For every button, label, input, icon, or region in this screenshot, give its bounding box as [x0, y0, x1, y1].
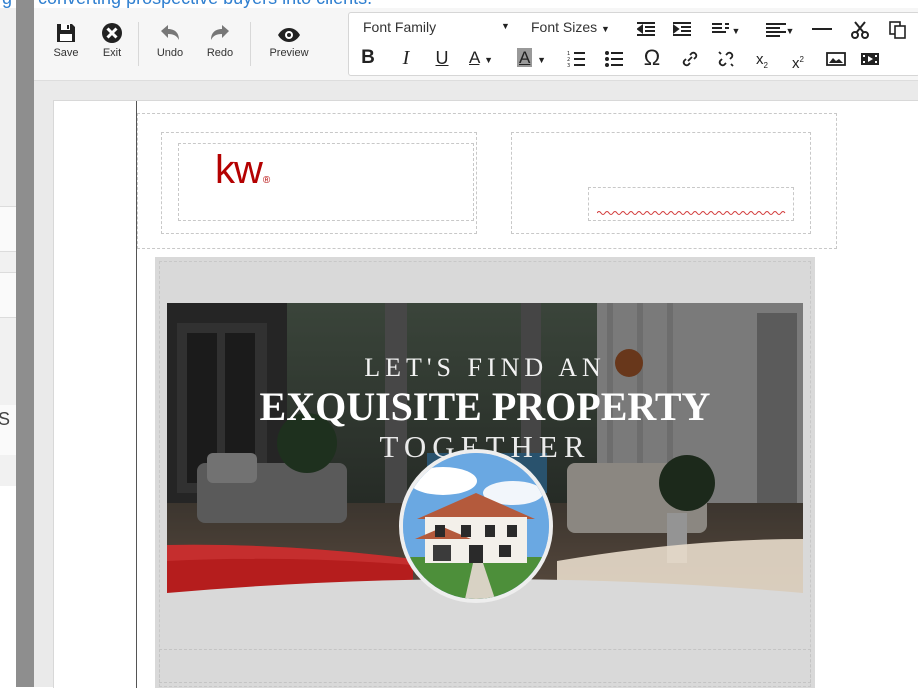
- undo-arrow-icon: [161, 25, 179, 40]
- chevron-down-icon: ▼: [537, 55, 546, 65]
- font-size-value: Font Sizes: [531, 19, 598, 35]
- save-label: Save: [53, 47, 79, 59]
- hero-line-1: LET'S FIND AN: [364, 353, 606, 382]
- svg-text:3: 3: [567, 63, 570, 68]
- superscript-icon: x2: [792, 55, 804, 72]
- background-link-strip: g or converting prospective buyers into …: [0, 0, 918, 8]
- highlight-color-icon: A: [517, 48, 533, 67]
- copy-button[interactable]: [887, 18, 909, 40]
- film-icon: [861, 52, 879, 65]
- bullet-list-button[interactable]: [603, 47, 625, 69]
- header-text-block[interactable]: [588, 187, 794, 221]
- floppy-disk-icon: [57, 24, 75, 42]
- font-family-value: Font Family: [363, 19, 437, 35]
- horizontal-line-icon: [812, 27, 832, 30]
- email-template: kw® LET'S FIND AN EXQUISITE PROPERTY TOG…: [136, 101, 837, 688]
- subscript-button[interactable]: x2: [751, 49, 773, 71]
- outdent-icon: [637, 21, 655, 36]
- logo-cell[interactable]: kw®: [161, 132, 477, 234]
- redo-button[interactable]: Redo: [200, 22, 240, 66]
- align-dropdown[interactable]: ▼: [763, 18, 797, 40]
- hero-footer-block[interactable]: [159, 649, 811, 683]
- copy-icon: [889, 20, 906, 39]
- unlink-button[interactable]: [715, 47, 737, 69]
- background-link[interactable]: g or converting prospective buyers into …: [2, 0, 372, 8]
- house-photo: [403, 453, 549, 599]
- insert-link-button[interactable]: [679, 47, 701, 69]
- save-button[interactable]: Save: [48, 22, 84, 66]
- background-color-dropdown[interactable]: A ▼: [517, 47, 557, 69]
- redo-arrow-icon: [211, 25, 229, 40]
- kw-logo: kw®: [215, 148, 270, 192]
- editor-canvas: kw® LET'S FIND AN EXQUISITE PROPERTY TOG…: [34, 81, 918, 688]
- special-character-button[interactable]: Ω: [641, 47, 663, 69]
- scissors-icon: [851, 20, 869, 39]
- insert-video-button[interactable]: [859, 47, 881, 69]
- italic-button[interactable]: I: [395, 47, 417, 69]
- hero-line-2: EXQUISITE PROPERTY: [259, 384, 711, 429]
- underline-button[interactable]: U: [431, 47, 453, 69]
- font-size-dropdown[interactable]: Font Sizes ▼: [531, 19, 623, 35]
- undo-button[interactable]: Undo: [150, 22, 190, 66]
- background-blank: [0, 486, 16, 687]
- bold-button[interactable]: B: [357, 47, 379, 69]
- text-color-dropdown[interactable]: A ▼: [469, 47, 509, 69]
- outdent-button[interactable]: [635, 18, 657, 40]
- cut-button[interactable]: [849, 18, 871, 40]
- toolbar-divider: [250, 22, 251, 66]
- formatting-panel: Font Family ▼ Font Sizes ▼ ▼ ▼ B I U A ▼…: [348, 12, 918, 76]
- line-height-icon: [711, 22, 729, 33]
- preview-label: Preview: [269, 47, 309, 59]
- indent-button[interactable]: [671, 18, 693, 40]
- spellcheck-underline: [597, 211, 786, 215]
- image-icon: [826, 51, 846, 66]
- toolbar-divider: [138, 22, 139, 66]
- font-family-dropdown[interactable]: Font Family ▼: [363, 19, 511, 35]
- redo-label: Redo: [206, 47, 234, 59]
- house-photo-circle[interactable]: [399, 449, 553, 603]
- numbered-list-button[interactable]: 123: [565, 47, 587, 69]
- close-circle-icon: [102, 23, 122, 43]
- horizontal-line-button[interactable]: [811, 18, 833, 40]
- indent-icon: [673, 21, 691, 36]
- chevron-down-icon: ▼: [785, 26, 795, 36]
- hero-section[interactable]: LET'S FIND AN EXQUISITE PROPERTY TOGETHE…: [155, 257, 815, 688]
- text-color-icon: A: [469, 48, 480, 67]
- subscript-icon: x2: [756, 51, 768, 70]
- header-right-cell[interactable]: [511, 132, 811, 234]
- unlink-icon: [718, 50, 734, 67]
- link-icon: [682, 51, 698, 66]
- background-side-text: S: [0, 405, 16, 455]
- align-left-icon: [765, 22, 786, 37]
- superscript-button[interactable]: x2: [787, 49, 809, 72]
- email-paper: kw® LET'S FIND AN EXQUISITE PROPERTY TOG…: [53, 100, 918, 688]
- chevron-down-icon: ▼: [501, 21, 510, 31]
- exit-label: Exit: [102, 47, 122, 59]
- undo-label: Undo: [156, 47, 184, 59]
- chevron-down-icon: ▼: [601, 24, 610, 34]
- chevron-down-icon: ▼: [731, 26, 741, 36]
- editor-frame-edge: [16, 0, 34, 687]
- bullet-list-icon: [605, 50, 623, 67]
- line-height-dropdown[interactable]: ▼: [709, 18, 743, 40]
- exit-button[interactable]: Exit: [96, 22, 128, 66]
- insert-image-button[interactable]: [825, 47, 847, 69]
- logo-block[interactable]: kw®: [178, 143, 474, 221]
- preview-button[interactable]: Preview: [262, 22, 316, 66]
- eye-icon: [278, 28, 300, 42]
- chevron-down-icon: ▼: [484, 55, 494, 65]
- editor-toolbar: Save Exit Undo Redo Preview Font Family …: [34, 8, 918, 81]
- numbered-list-icon: 123: [567, 51, 585, 68]
